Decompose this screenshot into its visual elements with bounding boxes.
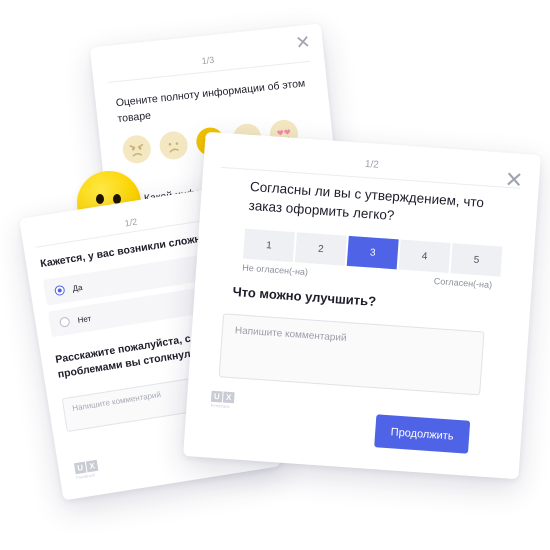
ux-feedback-logo: UX Feedback — [210, 390, 235, 410]
radio-unchecked-icon[interactable] — [59, 316, 71, 328]
scale-high-label: Согласен(-на) — [433, 275, 493, 291]
comment-textarea[interactable]: Напишите комментарий — [218, 313, 485, 396]
option-label: Нет — [76, 313, 92, 325]
agreement-survey-card: ✕ 1/2 Согласны ли вы с утверждением, что… — [183, 131, 541, 480]
comment-placeholder: Напишите комментарий — [234, 325, 347, 344]
sad-face-icon[interactable] — [158, 130, 189, 161]
scale-option-4[interactable]: 4 — [398, 239, 451, 273]
comment-placeholder: Напишите комментарий — [71, 390, 162, 413]
agreement-question: Согласны ли вы с утверждением, что заказ… — [248, 178, 485, 224]
scale-low-label: Не огласен(-на) — [242, 262, 309, 278]
scale-option-5[interactable]: 5 — [450, 243, 503, 277]
scale-option-2[interactable]: 2 — [294, 232, 347, 266]
scale-option-1[interactable]: 1 — [242, 228, 295, 263]
ux-feedback-logo: UX Feedback — [73, 459, 99, 480]
option-label: Да — [71, 282, 84, 293]
angry-face-icon[interactable] — [121, 133, 153, 165]
improve-question: Что можно улучшить? — [232, 283, 377, 309]
scale-option-3[interactable]: 3 — [346, 235, 399, 270]
continue-button[interactable]: Продолжить — [374, 414, 471, 454]
logo-subtitle: Feedback — [210, 402, 230, 410]
radio-checked-icon[interactable] — [54, 284, 66, 297]
